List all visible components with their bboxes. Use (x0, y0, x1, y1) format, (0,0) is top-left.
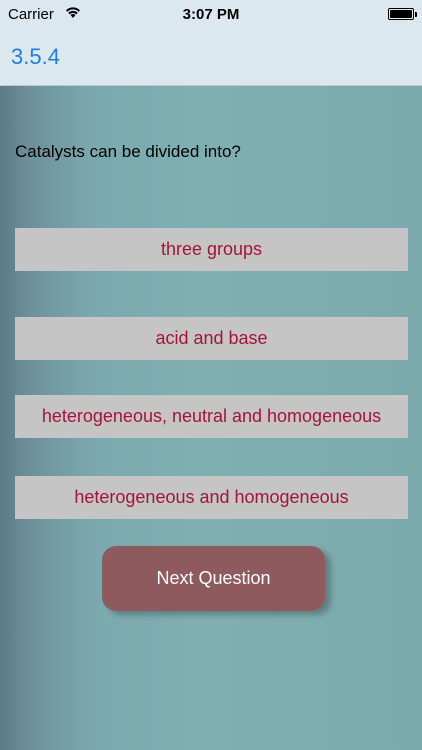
answer-button-3[interactable]: heterogeneous, neutral and homogeneous (15, 395, 408, 438)
next-question-button[interactable]: Next Question (102, 546, 325, 611)
question-text: Catalysts can be divided into? (15, 142, 241, 161)
header-area: Carrier 3:07 PM 3.5.4 (0, 0, 422, 86)
battery-icon (388, 8, 414, 20)
status-bar: Carrier 3:07 PM (0, 0, 422, 30)
answer-button-1[interactable]: three groups (15, 228, 408, 271)
answer-button-4[interactable]: heterogeneous and homogeneous (15, 476, 408, 519)
status-time: 3:07 PM (182, 6, 240, 23)
battery-tip (415, 12, 417, 17)
nav-title: 3.5.4 (11, 44, 60, 69)
answer-button-2[interactable]: acid and base (15, 317, 408, 360)
